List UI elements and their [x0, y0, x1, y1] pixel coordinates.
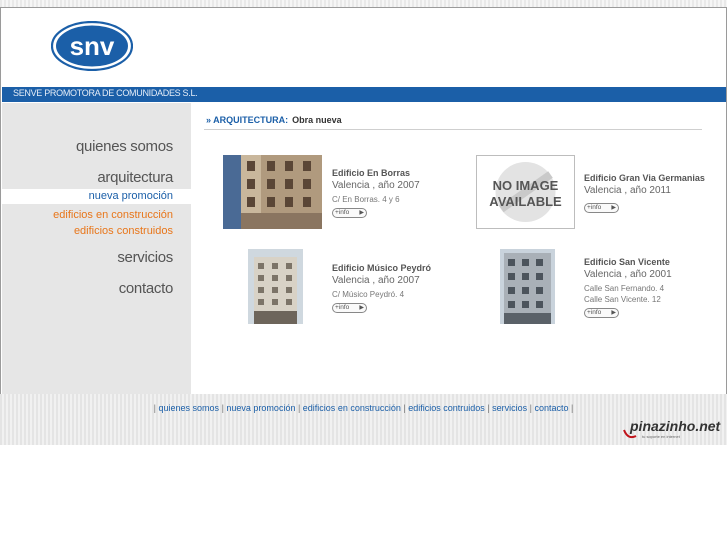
- project-address: Calle San Fernando. 4: [584, 284, 665, 293]
- breadcrumb: » ARQUITECTURA: Obra nueva: [206, 115, 342, 125]
- nav-nueva-promocion-label: nueva promoción: [88, 190, 173, 202]
- project-city-year: Valencia , año 2001: [584, 269, 672, 280]
- project-city-year: Valencia , año 2007: [332, 275, 420, 286]
- footer-link-servicios[interactable]: servicios: [492, 403, 527, 413]
- no-image-line2: AVAILABLE: [489, 194, 562, 209]
- no-image-line1: NO IMAGE: [493, 178, 559, 193]
- brand-text: pinazinho.net: [629, 418, 722, 434]
- brand-tagline: tu soporte en internet: [642, 434, 681, 439]
- project-address: C/ En Borras. 4 y 6: [332, 195, 400, 204]
- project-photo[interactable]: [223, 155, 322, 229]
- nav-nueva-promocion[interactable]: nueva promoción: [2, 189, 191, 204]
- footer-nav: | quienes somos | nueva promoción | edif…: [153, 403, 574, 413]
- pinazinho-brand-logo[interactable]: pinazinho.net tu soporte en internet: [622, 416, 722, 442]
- arrow-right-icon: ▶: [359, 305, 364, 311]
- nav-servicios[interactable]: servicios: [117, 249, 173, 266]
- project-city-year: Valencia , año 2011: [584, 185, 671, 196]
- project-name: Edificio En Borras: [332, 168, 411, 178]
- project-name: Edificio Músico Peydró: [332, 263, 432, 273]
- project-name: Edificio Gran Via Germanias: [584, 173, 705, 183]
- footer-link-edificios-en-construccion[interactable]: edificios en construcción: [303, 403, 401, 413]
- more-info-label: +info: [587, 309, 602, 316]
- more-info-button[interactable]: +info ▶: [332, 208, 367, 218]
- footer: | quienes somos | nueva promoción | edif…: [0, 394, 727, 445]
- project-address: Calle San Vicente. 12: [584, 295, 661, 304]
- main-content: » ARQUITECTURA: Obra nueva Edificio En Bo…: [192, 103, 726, 400]
- breadcrumb-divider: [204, 129, 702, 130]
- project-photo[interactable]: [500, 249, 555, 324]
- project-name: Edificio San Vicente: [584, 257, 670, 267]
- arrow-right-icon: ▶: [359, 210, 364, 216]
- more-info-button[interactable]: +info ▶: [584, 203, 619, 213]
- more-info-label: +info: [335, 209, 350, 216]
- company-name: SENVE PROMOTORA DE COMUNIDADES S.L.: [13, 88, 198, 98]
- arrow-right-icon: ▶: [611, 310, 616, 316]
- footer-link-contacto[interactable]: contacto: [534, 403, 568, 413]
- project-city-year: Valencia , año 2007: [332, 180, 420, 191]
- company-name-bar: SENVE PROMOTORA DE COMUNIDADES S.L.: [2, 87, 726, 102]
- breadcrumb-current: Obra nueva: [292, 115, 342, 125]
- nav-edificios-en-construccion[interactable]: edificios en construcción: [53, 209, 173, 221]
- more-info-label: +info: [587, 204, 602, 211]
- more-info-button[interactable]: +info ▶: [332, 303, 367, 313]
- footer-link-edificios-contruidos[interactable]: edificios contruidos: [408, 403, 485, 413]
- page-frame: snv SENVE PROMOTORA DE COMUNIDADES S.L. …: [0, 7, 727, 400]
- arrow-right-icon: ▶: [611, 205, 616, 211]
- nav-arquitectura[interactable]: arquitectura: [97, 169, 173, 186]
- footer-link-nueva-promocion[interactable]: nueva promoción: [226, 403, 295, 413]
- footer-link-quienes-somos[interactable]: quienes somos: [159, 403, 220, 413]
- breadcrumb-section[interactable]: » ARQUITECTURA:: [206, 115, 288, 125]
- nav-contacto[interactable]: contacto: [119, 280, 174, 297]
- more-info-label: +info: [335, 304, 350, 311]
- sidebar: quienes somos arquitectura nueva promoci…: [2, 103, 191, 400]
- no-image-placeholder[interactable]: NO IMAGE AVAILABLE: [476, 155, 575, 229]
- nav-edificios-construidos[interactable]: edificios construidos: [74, 225, 173, 237]
- snv-logo[interactable]: snv: [51, 21, 133, 71]
- more-info-button[interactable]: +info ▶: [584, 308, 619, 318]
- logo-text: snv: [70, 31, 115, 61]
- nav-quienes-somos[interactable]: quienes somos: [76, 138, 173, 155]
- project-photo[interactable]: [248, 249, 303, 324]
- project-address: C/ Músico Peydró. 4: [332, 290, 405, 299]
